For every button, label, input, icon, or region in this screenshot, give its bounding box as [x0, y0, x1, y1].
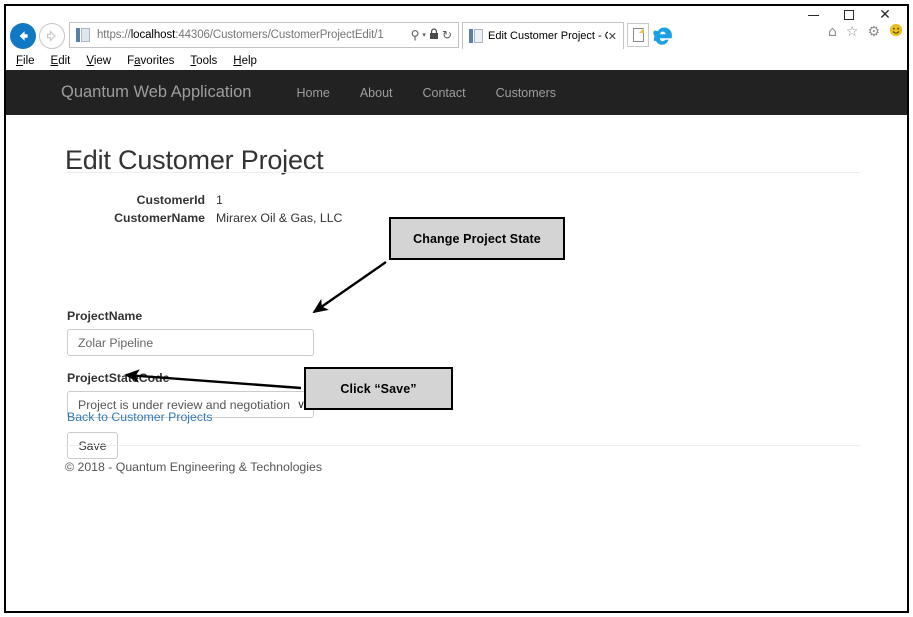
chevron-down-icon[interactable]: ▾: [422, 31, 426, 39]
menu-item-help[interactable]: Help: [233, 55, 257, 67]
menu-item-tools[interactable]: Tools: [190, 55, 217, 67]
footer-copyright: © 2018 - Quantum Engineering & Technolog…: [65, 460, 322, 474]
footer-divider: [65, 445, 860, 446]
menu-item-file[interactable]: File: [16, 55, 35, 67]
forward-arrow-icon: [47, 30, 56, 42]
browser-tab[interactable]: Edit Customer Project - Qu... ✕: [462, 22, 624, 49]
detail-value-customername: Mirarex Oil & Gas, LLC: [216, 211, 343, 225]
url-path: :44306/Customers/CustomerProjectEdit/1: [175, 29, 384, 41]
ie-logo-icon[interactable]: [651, 23, 675, 47]
nav-link-contact[interactable]: Contact: [408, 86, 481, 100]
address-bar[interactable]: https://localhost:44306/Customers/Custom…: [69, 22, 459, 48]
header-divider: [65, 172, 860, 173]
refresh-icon[interactable]: ↻: [442, 29, 452, 41]
label-projectstatecode: ProjectStateCode: [67, 371, 170, 385]
minimize-icon: [807, 14, 819, 16]
browser-toolbar: https://localhost:44306/Customers/Custom…: [6, 20, 907, 52]
detail-row-customerid: CustomerId 1: [65, 192, 465, 208]
callout-change-project-state: Change Project State: [389, 217, 565, 260]
url-host: localhost: [130, 29, 176, 41]
back-button[interactable]: [10, 23, 36, 49]
menu-bar: File Edit View Favorites Tools Help: [6, 52, 907, 70]
tab-title: Edit Customer Project - Qu...: [488, 30, 608, 42]
label-projectname: ProjectName: [67, 309, 143, 323]
back-arrow-icon: [19, 31, 28, 41]
projectname-input[interactable]: [67, 329, 314, 356]
lock-icon: [429, 28, 439, 42]
screenshot-root: ✕ https://localhost:44306/Customers/Cust…: [0, 0, 913, 617]
site-brand[interactable]: Quantum Web Application: [61, 83, 251, 102]
page-viewport: Quantum Web Application Home About Conta…: [6, 70, 907, 611]
new-tab-icon: [632, 28, 644, 42]
url-scheme: https://: [97, 29, 131, 41]
tab-close-icon[interactable]: ✕: [608, 30, 617, 43]
tab-favicon-icon: [469, 29, 483, 43]
gear-icon[interactable]: ⚙: [867, 25, 880, 39]
nav-link-customers[interactable]: Customers: [481, 86, 571, 100]
browser-window: ✕ https://localhost:44306/Customers/Cust…: [4, 4, 909, 613]
lock-glyph: [429, 28, 438, 39]
menu-item-view[interactable]: View: [86, 55, 111, 67]
search-icon[interactable]: ⚲: [411, 29, 420, 41]
address-bar-icons: ⚲ ▾ ↻: [411, 28, 452, 42]
page-favicon-icon: [75, 27, 91, 43]
address-bar-url: https://localhost:44306/Customers/Custom…: [97, 29, 411, 41]
detail-label-customerid: CustomerId: [136, 193, 205, 207]
browser-command-bar: ⌂ ☆ ⚙: [828, 23, 903, 40]
menu-item-favorites[interactable]: Favorites: [127, 55, 174, 67]
site-navbar: Quantum Web Application Home About Conta…: [6, 70, 907, 115]
callout-click-save: Click “Save”: [304, 367, 453, 410]
nav-link-home[interactable]: Home: [281, 86, 344, 100]
menu-item-edit[interactable]: Edit: [51, 55, 71, 67]
maximize-icon: [844, 10, 854, 20]
new-tab-button[interactable]: [627, 23, 649, 47]
detail-value-customerid: 1: [216, 193, 223, 207]
forward-button[interactable]: [39, 23, 65, 49]
nav-link-about[interactable]: About: [345, 86, 408, 100]
smiley-glyph: [889, 23, 903, 37]
detail-label-customername: CustomerName: [114, 211, 205, 225]
favorites-star-icon[interactable]: ☆: [846, 25, 859, 39]
back-to-customer-projects-link[interactable]: Back to Customer Projects: [67, 410, 213, 424]
ie-e-glyph: [652, 27, 672, 45]
feedback-smiley-icon[interactable]: [889, 23, 903, 40]
home-icon[interactable]: ⌂: [828, 25, 837, 39]
site-nav-links: Home About Contact Customers: [281, 86, 571, 100]
